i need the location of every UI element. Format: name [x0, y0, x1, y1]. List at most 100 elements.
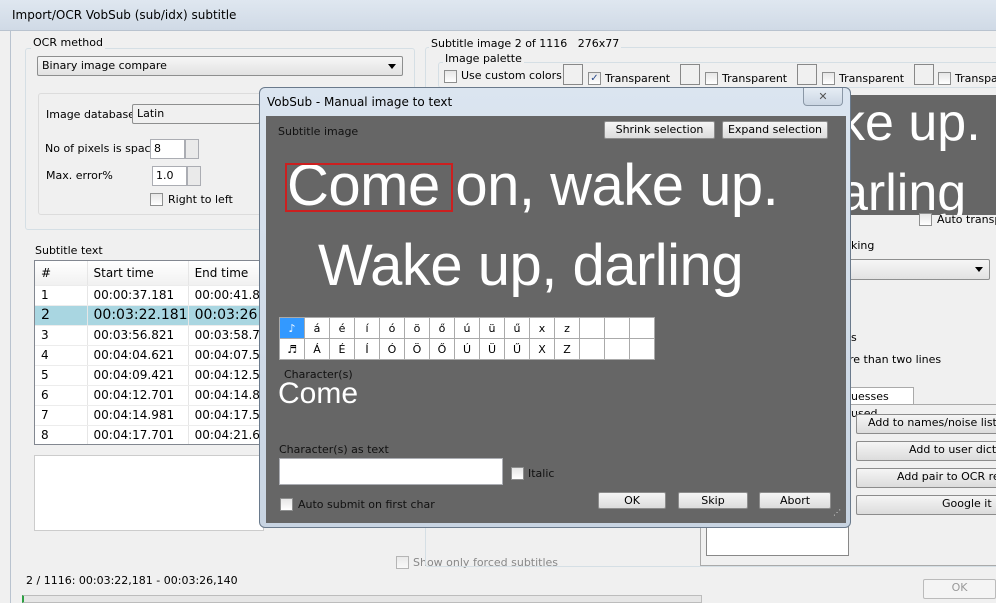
transparent-label-4: Transpa [955, 72, 996, 85]
max-error-spinner[interactable] [187, 166, 201, 186]
char-button[interactable]: é [329, 317, 355, 339]
color-swatch-2[interactable] [680, 64, 700, 85]
col-end-time[interactable]: End time [188, 261, 263, 286]
pixels-space-spinner[interactable] [185, 139, 199, 159]
char-button[interactable]: X [529, 338, 555, 360]
shrink-selection-button[interactable]: Shrink selection [604, 121, 715, 139]
char-button[interactable]: Ú [454, 338, 480, 360]
char-button[interactable]: Ő [429, 338, 455, 360]
forced-subtitles-checkbox[interactable] [396, 556, 409, 569]
tab-guesses-used[interactable]: uesses used [846, 387, 914, 420]
char-button[interactable] [604, 317, 630, 339]
expand-selection-button[interactable]: Expand selection [722, 121, 828, 139]
char-button[interactable]: ö [404, 317, 430, 339]
transparent-checkbox-1[interactable]: ✓ [588, 72, 601, 85]
col-number[interactable]: # [35, 261, 88, 286]
cell-start: 00:04:12.701 [87, 385, 189, 406]
cell-end: 00:04:12.53 [188, 365, 263, 386]
char-button[interactable]: ú [454, 317, 480, 339]
char-button[interactable]: É [329, 338, 355, 360]
dialog-skip-button[interactable]: Skip [678, 492, 748, 509]
cell-end: 00:03:58.77 [188, 325, 263, 346]
transparent-checkbox-4[interactable] [938, 72, 951, 85]
dialog-ok-button[interactable]: OK [598, 492, 666, 509]
color-swatch-1[interactable] [563, 64, 583, 85]
pixels-space-input[interactable]: 8 [150, 139, 185, 159]
cell-number: 3 [35, 325, 88, 346]
subtitle-table[interactable]: # Start time End time 1 00:00:37.181 00:00:4… [34, 260, 264, 445]
table-row[interactable]: 4 00:04:04.621 00:04:07.57 [35, 345, 263, 366]
table-row[interactable]: 1 00:00:37.181 00:00:41.89 [35, 285, 263, 306]
transparent-label-1: Transparent [605, 72, 671, 85]
add-names-button[interactable]: Add to names/noise list (ca [856, 414, 996, 434]
char-button[interactable]: Ó [379, 338, 405, 360]
char-button[interactable]: Ű [504, 338, 530, 360]
auto-submit-checkbox[interactable] [280, 498, 293, 511]
cell-end: 00:03:26.1 [188, 305, 263, 326]
add-user-dictionary-button[interactable]: Add to user diction [856, 441, 996, 461]
char-button[interactable]: Á [304, 338, 330, 360]
char-button[interactable]: í [354, 317, 380, 339]
char-button[interactable] [629, 338, 655, 360]
transparent-checkbox-2[interactable] [705, 72, 718, 85]
char-button[interactable]: ♬ [279, 338, 305, 360]
char-button[interactable] [579, 338, 605, 360]
cell-start: 00:00:37.181 [87, 285, 189, 306]
char-button[interactable]: z [554, 317, 580, 339]
char-button[interactable]: á [304, 317, 330, 339]
table-row[interactable]: 6 00:04:12.701 00:04:14.81 [35, 385, 263, 406]
resize-grip-icon[interactable]: ⋰ [833, 508, 841, 517]
char-button[interactable]: Ü [479, 338, 505, 360]
char-button[interactable]: Í [354, 338, 380, 360]
cell-end: 00:04:21.66 [188, 425, 263, 444]
table-row[interactable]: 3 00:03:56.821 00:03:58.77 [35, 325, 263, 346]
selection-rectangle[interactable] [285, 163, 453, 212]
ocr-method-dropdown[interactable]: Binary image compare [37, 56, 403, 76]
right-dropdown[interactable] [840, 259, 990, 280]
char-button[interactable]: ó [379, 317, 405, 339]
char-button[interactable]: ű [504, 317, 530, 339]
table-row[interactable]: 5 00:04:09.421 00:04:12.53 [35, 365, 263, 386]
subtitle-text-area[interactable] [34, 455, 264, 531]
transparent-checkbox-3[interactable] [822, 72, 835, 85]
auto-submit-label: Auto submit on first char [298, 498, 435, 511]
right-to-left-checkbox[interactable] [150, 193, 163, 206]
as-text-input[interactable] [279, 458, 503, 485]
char-button[interactable] [604, 338, 630, 360]
char-button[interactable]: ♪ [279, 317, 305, 339]
dialog-abort-button[interactable]: Abort [759, 492, 831, 509]
image-database-value: Latin [137, 107, 165, 120]
preview-line-2: arling [845, 164, 967, 215]
char-button[interactable]: Ö [404, 338, 430, 360]
custom-colors-checkbox[interactable] [444, 70, 457, 83]
cell-number: 1 [35, 285, 88, 306]
special-characters-grid: ♪ á é í ó ö ő ú ü ű x z ♬ Á É Í Ó Ö Ő Ú Ü Ű X Z [279, 317, 655, 360]
char-button[interactable]: ő [429, 317, 455, 339]
google-it-button[interactable]: Google it [856, 495, 996, 515]
right-to-left-label: Right to left [168, 193, 233, 206]
image-database-dropdown[interactable]: Latin [132, 104, 260, 124]
italic-checkbox[interactable] [511, 467, 524, 480]
close-icon[interactable]: ✕ [803, 88, 843, 106]
cell-end: 00:00:41.89 [188, 285, 263, 306]
char-button[interactable] [579, 317, 605, 339]
ok-button[interactable]: OK [923, 579, 996, 599]
subtitle-image-label: Subtitle image [278, 125, 359, 138]
color-swatch-4[interactable] [914, 64, 934, 85]
auto-transparent-checkbox[interactable] [919, 213, 932, 226]
char-button[interactable]: ü [479, 317, 505, 339]
table-row[interactable]: 7 00:04:14.981 00:04:17.54 [35, 405, 263, 426]
cell-start: 00:04:17.701 [87, 425, 189, 444]
table-row[interactable]: 8 00:04:17.701 00:04:21.66 [35, 425, 263, 444]
col-start-time[interactable]: Start time [87, 261, 189, 286]
status-text: 2 / 1116: 00:03:22,181 - 00:03:26,140 [26, 574, 238, 587]
color-swatch-3[interactable] [797, 64, 817, 85]
char-button[interactable]: Z [554, 338, 580, 360]
subtitle-line-2: Wake up, darling [318, 233, 744, 298]
char-button[interactable]: x [529, 317, 555, 339]
add-ocr-pair-button[interactable]: Add pair to OCR repl [856, 468, 996, 488]
max-error-input[interactable]: 1.0 [152, 166, 187, 186]
table-row-selected[interactable]: 2 00:03:22.181 00:03:26.1 [35, 305, 263, 326]
cell-start: 00:04:09.421 [87, 365, 189, 386]
char-button[interactable] [629, 317, 655, 339]
